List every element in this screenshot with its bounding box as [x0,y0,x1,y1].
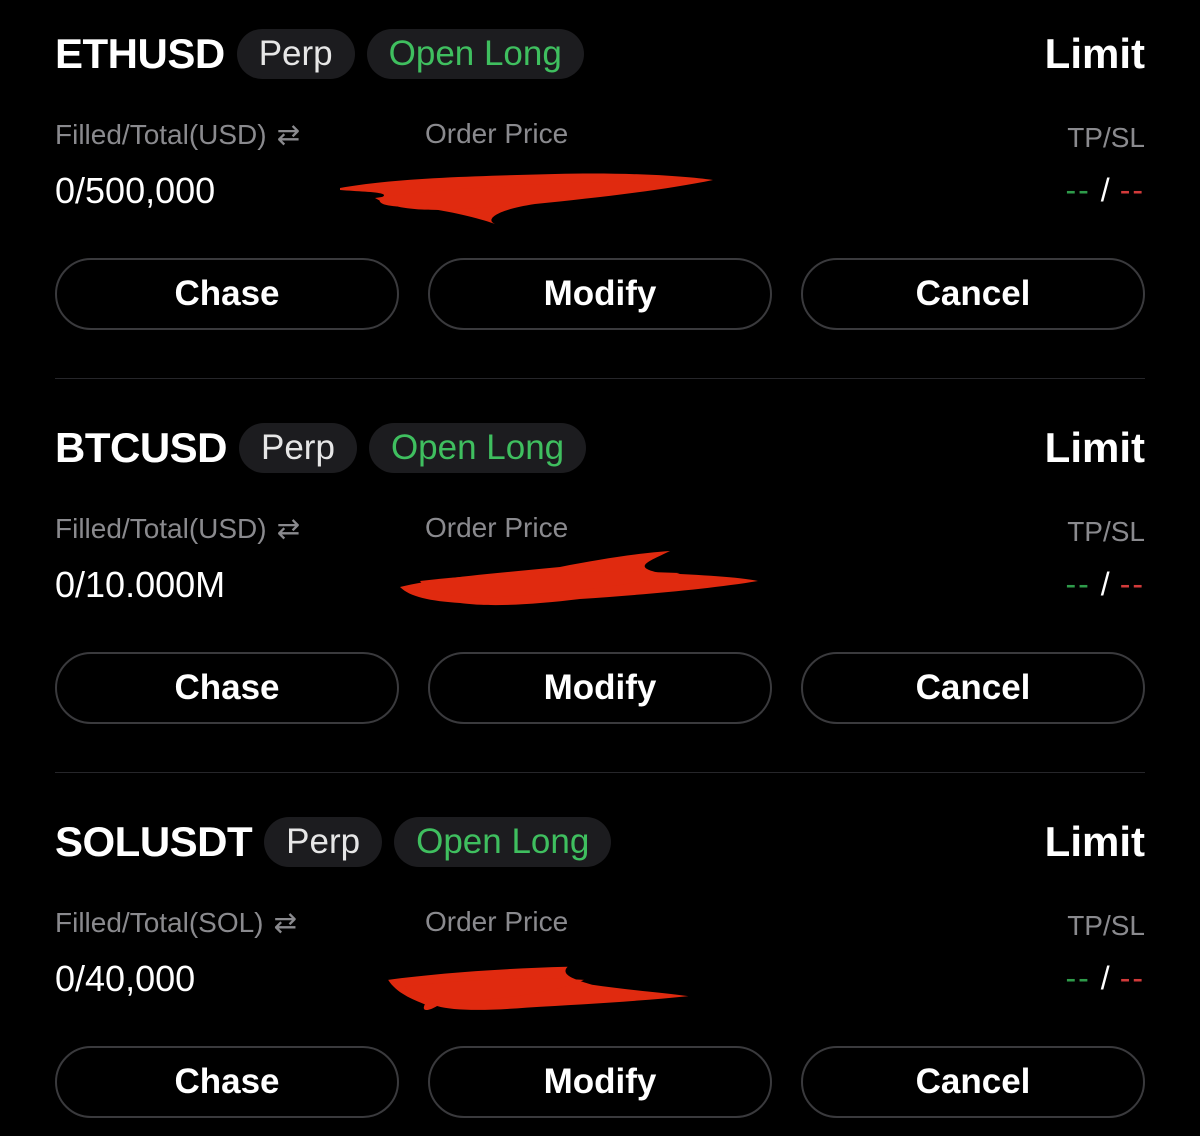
tp-value: -- [1065,172,1091,208]
order-header: BTCUSD Perp Open Long Limit [55,422,1145,474]
tpsl-value: -- / -- [1065,960,1145,997]
tpsl-separator: / [1100,566,1110,602]
tp-value: -- [1065,960,1091,996]
order-type: Limit [1044,424,1145,471]
tpsl-value: -- / -- [1065,172,1145,209]
filled-total-label-text: Filled/Total(USD) [55,513,267,544]
market-type-badge: Perp [236,29,355,79]
tp-value: -- [1065,566,1091,602]
sl-value: -- [1119,960,1145,996]
tpsl-label: TP/SL [1067,516,1145,547]
side-badge: Open Long [366,29,584,79]
modify-button[interactable]: Modify [428,1046,772,1118]
order-type: Limit [1044,818,1145,865]
order-card-solusdt: SOLUSDT Perp Open Long Limit Filled/Tota… [55,788,1145,1128]
order-header: SOLUSDT Perp Open Long Limit [55,816,1145,868]
order-price-label: Order Price [425,118,569,149]
filled-total-value: 0/40,000 [55,958,196,999]
cancel-button[interactable]: Cancel [801,258,1145,330]
order-divider [55,378,1145,379]
order-card-btcusd: BTCUSD Perp Open Long Limit Filled/Total… [55,394,1145,734]
chase-button[interactable]: Chase [55,652,399,724]
filled-total-label[interactable]: Filled/Total(USD) ⇄ [55,512,300,545]
cancel-button[interactable]: Cancel [801,652,1145,724]
modify-button[interactable]: Modify [428,652,772,724]
tpsl-separator: / [1100,172,1110,208]
swap-arrows-icon[interactable]: ⇄ [277,512,300,545]
filled-total-label[interactable]: Filled/Total(SOL) ⇄ [55,906,297,939]
chase-button[interactable]: Chase [55,258,399,330]
sl-value: -- [1119,566,1145,602]
swap-arrows-icon[interactable]: ⇄ [277,118,300,151]
filled-total-label-text: Filled/Total(SOL) [55,907,264,938]
tpsl-label: TP/SL [1067,122,1145,153]
tpsl-label: TP/SL [1067,910,1145,941]
cancel-button[interactable]: Cancel [801,1046,1145,1118]
swap-arrows-icon[interactable]: ⇄ [274,906,297,939]
order-actions: Chase Modify Cancel [55,1046,1145,1122]
tpsl-value: -- / -- [1065,566,1145,603]
order-header: ETHUSD Perp Open Long Limit [55,28,1145,80]
filled-total-value: 0/10.000M [55,564,226,605]
order-actions: Chase Modify Cancel [55,258,1145,334]
order-divider [55,772,1145,773]
order-price-redaction [340,173,713,224]
order-actions: Chase Modify Cancel [55,652,1145,728]
order-price-label: Order Price [425,906,569,937]
tpsl-separator: / [1100,960,1110,996]
market-type-badge: Perp [239,423,357,473]
order-price-redaction [400,551,758,606]
order-price-redaction [388,966,689,1011]
order-symbol[interactable]: SOLUSDT [55,818,253,866]
modify-button[interactable]: Modify [428,258,772,330]
market-type-badge: Perp [264,817,383,867]
side-badge: Open Long [368,423,587,473]
order-symbol[interactable]: BTCUSD [55,424,228,472]
order-card-ethusd: ETHUSD Perp Open Long Limit Filled/Total… [55,0,1145,340]
sl-value: -- [1119,172,1145,208]
side-badge: Open Long [394,817,612,867]
chase-button[interactable]: Chase [55,1046,399,1118]
filled-total-label-text: Filled/Total(USD) [55,119,267,150]
filled-total-label[interactable]: Filled/Total(USD) ⇄ [55,118,300,151]
order-type: Limit [1044,30,1145,77]
filled-total-value: 0/500,000 [55,170,216,211]
order-symbol[interactable]: ETHUSD [55,30,225,78]
